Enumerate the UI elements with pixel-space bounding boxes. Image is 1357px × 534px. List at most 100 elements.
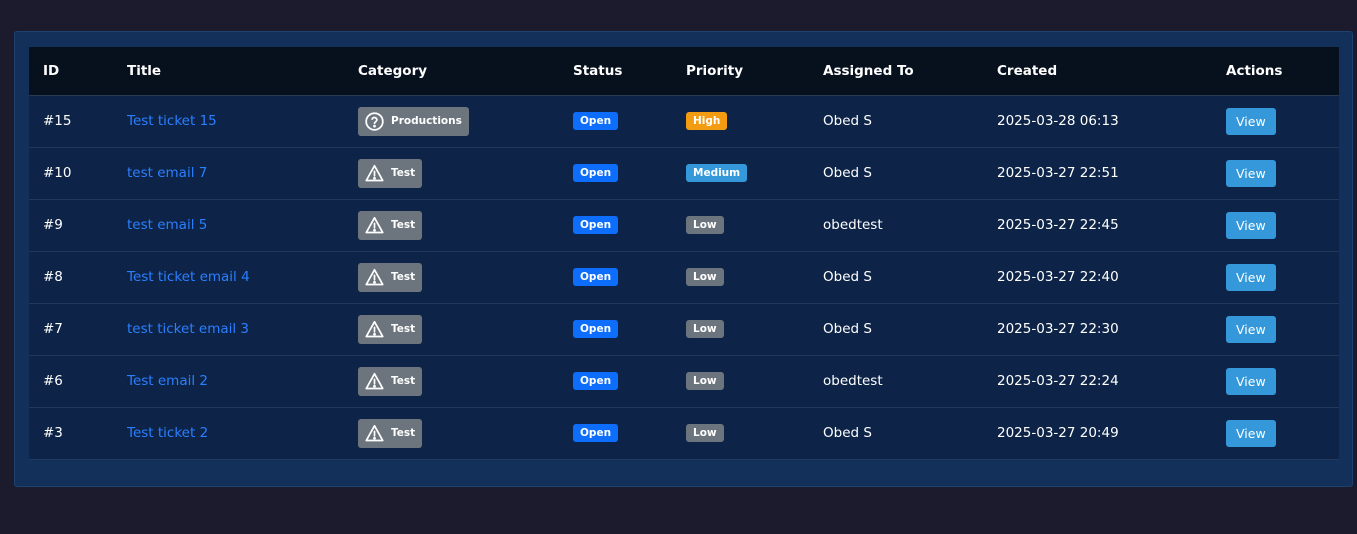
ticket-actions-cell: View bbox=[1212, 407, 1339, 460]
table-row: #10 test email 7 Test Open Medium Obed S 2025-… bbox=[29, 147, 1339, 200]
category-label: Test bbox=[391, 167, 416, 179]
category-badge: Test bbox=[358, 418, 423, 448]
table-row: #8 Test ticket email 4 Test Open Low Obed S 20… bbox=[29, 251, 1339, 304]
view-button[interactable]: View bbox=[1226, 263, 1276, 291]
warning-triangle-icon bbox=[364, 267, 385, 288]
ticket-priority-cell: Low bbox=[672, 303, 809, 356]
ticket-title-cell: test email 5 bbox=[113, 199, 344, 252]
ticket-category-cell: Test bbox=[344, 147, 559, 200]
ticket-category-cell: Test bbox=[344, 303, 559, 356]
tickets-table-wrapper: ID Title Category Status Priority Assign… bbox=[29, 47, 1339, 460]
view-button[interactable]: View bbox=[1226, 367, 1276, 395]
ticket-title-link[interactable]: test ticket email 3 bbox=[127, 321, 249, 337]
category-badge: Test bbox=[358, 366, 423, 396]
header-actions: Actions bbox=[1212, 47, 1339, 96]
warning-triangle-icon bbox=[364, 163, 385, 184]
priority-badge: Low bbox=[686, 320, 724, 338]
ticket-assigned-to: Obed S bbox=[809, 147, 983, 200]
header-assigned-to[interactable]: Assigned To bbox=[809, 47, 983, 96]
ticket-priority-cell: Low bbox=[672, 251, 809, 304]
ticket-status-cell: Open bbox=[559, 95, 672, 148]
category-badge: Test bbox=[358, 158, 423, 188]
ticket-created: 2025-03-27 22:24 bbox=[983, 355, 1212, 408]
priority-badge: Low bbox=[686, 372, 724, 390]
ticket-status-cell: Open bbox=[559, 355, 672, 408]
priority-badge: Low bbox=[686, 268, 724, 286]
ticket-priority-cell: Low bbox=[672, 407, 809, 460]
view-button[interactable]: View bbox=[1226, 315, 1276, 343]
ticket-actions-cell: View bbox=[1212, 95, 1339, 148]
table-row: #3 Test ticket 2 Test Open Low Obed S 2025-03-… bbox=[29, 407, 1339, 460]
priority-badge: Low bbox=[686, 424, 724, 442]
question-circle-icon bbox=[364, 111, 385, 132]
ticket-status-cell: Open bbox=[559, 407, 672, 460]
category-label: Test bbox=[391, 427, 416, 439]
ticket-priority-cell: Medium bbox=[672, 147, 809, 200]
status-badge: Open bbox=[573, 112, 619, 130]
table-body: #15 Test ticket 15 Productions Open High Obed… bbox=[29, 95, 1339, 460]
table-row: #6 Test email 2 Test Open Low obedtest 2025-03… bbox=[29, 355, 1339, 408]
header-created[interactable]: Created bbox=[983, 47, 1212, 96]
view-button[interactable]: View bbox=[1226, 419, 1276, 447]
table-row: #7 test ticket email 3 Test Open Low Obed S 20… bbox=[29, 303, 1339, 356]
header-priority[interactable]: Priority bbox=[672, 47, 809, 96]
ticket-title-link[interactable]: Test email 2 bbox=[127, 373, 208, 389]
ticket-assigned-to: Obed S bbox=[809, 95, 983, 148]
table-row: #9 test email 5 Test Open Low obedtest 2025-03… bbox=[29, 199, 1339, 252]
warning-triangle-icon bbox=[364, 319, 385, 340]
ticket-title-cell: Test ticket 2 bbox=[113, 407, 344, 460]
ticket-created: 2025-03-27 22:51 bbox=[983, 147, 1212, 200]
category-badge: Test bbox=[358, 210, 423, 240]
ticket-status-cell: Open bbox=[559, 303, 672, 356]
category-label: Test bbox=[391, 375, 416, 387]
ticket-title-cell: test email 7 bbox=[113, 147, 344, 200]
tickets-table: ID Title Category Status Priority Assign… bbox=[29, 47, 1339, 460]
view-button[interactable]: View bbox=[1226, 159, 1276, 187]
category-badge: Test bbox=[358, 314, 423, 344]
status-badge: Open bbox=[573, 164, 619, 182]
ticket-status-cell: Open bbox=[559, 251, 672, 304]
ticket-priority-cell: Low bbox=[672, 355, 809, 408]
ticket-created: 2025-03-27 22:45 bbox=[983, 199, 1212, 252]
warning-triangle-icon bbox=[364, 423, 385, 444]
ticket-id: #8 bbox=[29, 251, 113, 304]
category-badge: Productions bbox=[358, 106, 469, 136]
ticket-id: #10 bbox=[29, 147, 113, 200]
ticket-actions-cell: View bbox=[1212, 199, 1339, 252]
ticket-assigned-to: obedtest bbox=[809, 355, 983, 408]
view-button[interactable]: View bbox=[1226, 211, 1276, 239]
ticket-title-link[interactable]: test email 5 bbox=[127, 217, 207, 233]
ticket-actions-cell: View bbox=[1212, 251, 1339, 304]
ticket-category-cell: Test bbox=[344, 355, 559, 408]
ticket-actions-cell: View bbox=[1212, 355, 1339, 408]
ticket-title-cell: Test ticket 15 bbox=[113, 95, 344, 148]
priority-badge: Medium bbox=[686, 164, 748, 182]
ticket-assigned-to: Obed S bbox=[809, 303, 983, 356]
priority-badge: High bbox=[686, 112, 728, 130]
ticket-title-link[interactable]: test email 7 bbox=[127, 165, 207, 181]
ticket-title-link[interactable]: Test ticket 2 bbox=[127, 425, 208, 441]
ticket-created: 2025-03-27 22:30 bbox=[983, 303, 1212, 356]
status-badge: Open bbox=[573, 424, 619, 442]
view-button[interactable]: View bbox=[1226, 107, 1276, 135]
ticket-id: #6 bbox=[29, 355, 113, 408]
ticket-status-cell: Open bbox=[559, 199, 672, 252]
ticket-id: #7 bbox=[29, 303, 113, 356]
ticket-assigned-to: Obed S bbox=[809, 251, 983, 304]
category-label: Test bbox=[391, 323, 416, 335]
header-row: ID Title Category Status Priority Assign… bbox=[29, 47, 1339, 96]
header-id[interactable]: ID bbox=[29, 47, 113, 96]
table-row: #15 Test ticket 15 Productions Open High Obed… bbox=[29, 95, 1339, 148]
status-badge: Open bbox=[573, 268, 619, 286]
ticket-title-link[interactable]: Test ticket email 4 bbox=[127, 269, 250, 285]
ticket-title-cell: Test ticket email 4 bbox=[113, 251, 344, 304]
header-title[interactable]: Title bbox=[113, 47, 344, 96]
status-badge: Open bbox=[573, 216, 619, 234]
category-label: Productions bbox=[391, 115, 462, 127]
header-status[interactable]: Status bbox=[559, 47, 672, 96]
priority-badge: Low bbox=[686, 216, 724, 234]
ticket-title-link[interactable]: Test ticket 15 bbox=[127, 113, 217, 129]
ticket-id: #3 bbox=[29, 407, 113, 460]
category-label: Test bbox=[391, 219, 416, 231]
header-category[interactable]: Category bbox=[344, 47, 559, 96]
